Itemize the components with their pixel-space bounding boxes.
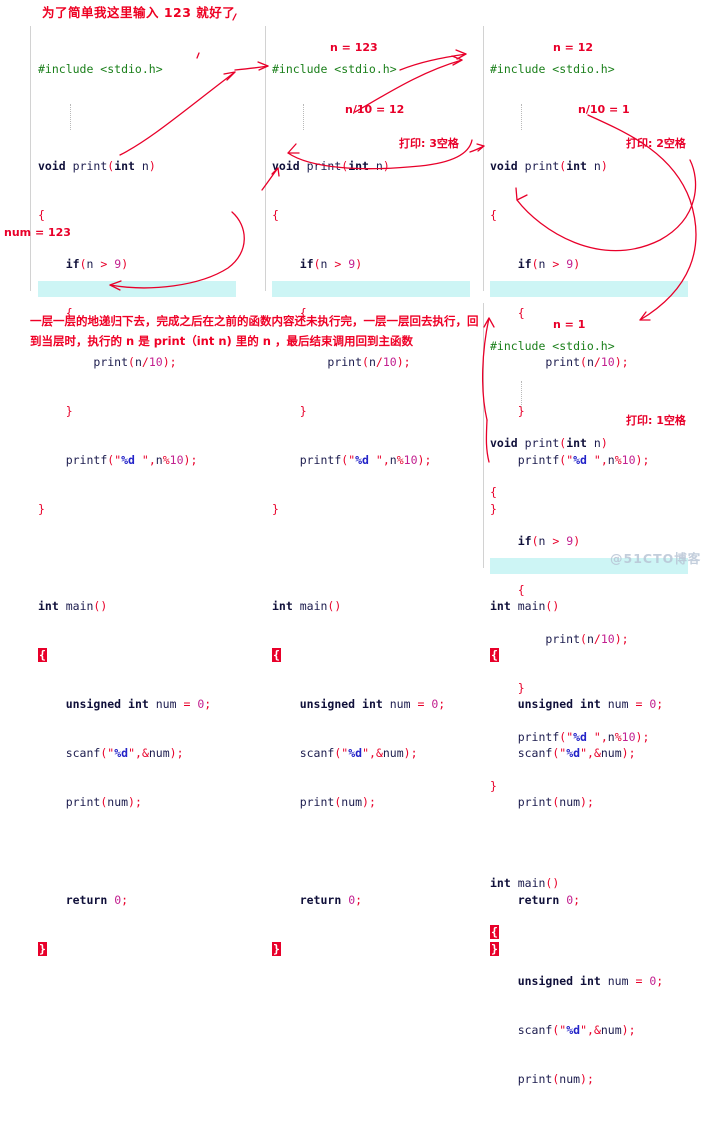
- arrow-join-2-3: [469, 145, 485, 153]
- annotation-print-1-space: 打印: 1空格: [626, 414, 686, 427]
- arrow-2-to-3-head: [451, 55, 463, 66]
- arrow-1-head: [223, 71, 236, 81]
- line-decl-1: unsigned int num = 0;: [65, 697, 212, 712]
- line-scanf-4: scanf("%d",&num);: [517, 1023, 636, 1038]
- line-printf-4: printf("%d ",n%10);: [517, 729, 650, 744]
- line-func-sig-1: void print(int n): [38, 159, 156, 174]
- annotation-n-123: n = 123: [330, 41, 378, 54]
- line-recursive-call-4: print(n/10);: [545, 631, 629, 646]
- line-recursive-call-1: print(n/10);: [93, 354, 177, 369]
- line-include-4: #include <stdio.h>: [490, 338, 615, 353]
- editor-guide-line-1: [30, 26, 31, 291]
- line-include-2: #include <stdio.h>: [272, 61, 397, 76]
- arrow-1-head2: [257, 61, 269, 71]
- annotation-print-3-spaces: 打印: 3空格: [399, 137, 459, 150]
- line-scanf-1: scanf("%d",&num);: [65, 746, 184, 761]
- line-printf-2: printf("%d ",n%10);: [299, 452, 432, 467]
- line-if-2: if(n > 9): [299, 257, 363, 272]
- bottom-explanation: 一层一层的地递归下去，完成之后在之前的函数内容还未执行完，一层一层回去执行，回到…: [30, 314, 479, 348]
- line-recursive-call-2: print(n/10);: [327, 354, 411, 369]
- editor-guide-line-3: [483, 26, 484, 291]
- annotation-print-2-spaces: 打印: 2空格: [626, 137, 686, 150]
- arrow-1-tail: [234, 65, 269, 71]
- line-call-print-1: print(num);: [65, 794, 142, 809]
- line-main-sig-4: int main(): [490, 876, 560, 891]
- annotation-div-12: n/10 = 12: [345, 103, 405, 116]
- annotation-div-1: n/10 = 1: [578, 103, 630, 116]
- annotation-n-1: n = 1: [553, 318, 586, 331]
- line-call-print-4: print(num);: [517, 1071, 594, 1086]
- arrow-2-to-3b-head: [455, 49, 467, 60]
- annotation-num-123: num = 123: [4, 226, 71, 239]
- title-annotation: 为了简单我这里输入 123 就好了: [42, 5, 236, 20]
- editor-guide-line-4: [483, 303, 484, 568]
- line-func-sig-4: void print(int n): [490, 436, 608, 451]
- arrow-4-left-down: [485, 419, 490, 463]
- line-decl-2: unsigned int num = 0;: [299, 697, 446, 712]
- line-return-2: return 0;: [299, 892, 363, 907]
- line-func-sig-2: void print(int n): [272, 159, 390, 174]
- editor-guide-line-2: [265, 26, 266, 291]
- diagram-canvas: 为了简单我这里输入 123 就好了 #include <stdio.h> voi…: [0, 0, 724, 1086]
- line-if-4: if(n > 9): [517, 534, 581, 549]
- line-return-1: return 0;: [65, 892, 129, 907]
- line-func-sig-3: void print(int n): [490, 159, 608, 174]
- watermark-logo: @51CTO博客: [610, 551, 702, 566]
- line-include-1: #include <stdio.h>: [38, 61, 163, 76]
- annotation-n-12: n = 12: [553, 41, 594, 54]
- line-scanf-2: scanf("%d",&num);: [299, 746, 418, 761]
- line-if-1: if(n > 9): [65, 257, 129, 272]
- line-include-3: #include <stdio.h>: [490, 61, 615, 76]
- line-if-3: if(n > 9): [517, 257, 581, 272]
- line-main-sig-1: int main(): [38, 599, 108, 614]
- line-call-print-2: print(num);: [299, 794, 376, 809]
- line-printf-1: printf("%d ",n%10);: [65, 452, 198, 467]
- line-main-sig-2: int main(): [272, 599, 342, 614]
- line-decl-4: unsigned int num = 0;: [517, 974, 664, 989]
